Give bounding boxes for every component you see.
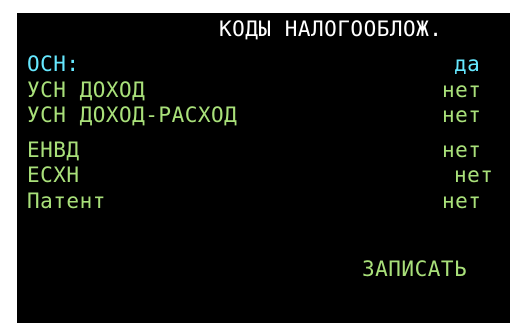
tax-code-value: нет [442,189,482,213]
tax-code-label: ОСН: [27,52,80,76]
device-frame: КОДЫ НАЛОГООБЛОЖ. ОСН: да УСН ДОХОД нет … [0,0,519,336]
tax-code-label: ЕНВД [27,138,80,162]
tax-code-value: да [454,52,481,76]
tax-code-label: УСН ДОХОД-РАСХОД [27,103,238,127]
tax-code-row-usn-dohod-rashod[interactable]: УСН ДОХОД-РАСХОД нет [27,103,500,127]
tax-code-value: нет [442,78,482,102]
tax-code-value: нет [454,163,494,187]
tax-code-row-osn[interactable]: ОСН: да [27,52,500,76]
terminal-screen: КОДЫ НАЛОГООБЛОЖ. ОСН: да УСН ДОХОД нет … [17,13,510,323]
tax-code-label: УСН ДОХОД [27,78,146,102]
screen-title: КОДЫ НАЛОГООБЛОЖ. [219,17,443,41]
tax-code-label: ЕСХН [27,163,80,187]
tax-code-value: нет [442,138,482,162]
tax-code-row-patent[interactable]: Патент нет [27,189,500,213]
save-button[interactable]: ЗАПИСАТЬ [362,259,467,280]
tax-code-row-eshn[interactable]: ЕСХН нет [27,163,500,187]
tax-code-row-envd[interactable]: ЕНВД нет [27,138,500,162]
tax-code-value: нет [442,103,482,127]
tax-code-row-usn-dohod[interactable]: УСН ДОХОД нет [27,78,500,102]
tax-code-label: Патент [27,189,106,213]
